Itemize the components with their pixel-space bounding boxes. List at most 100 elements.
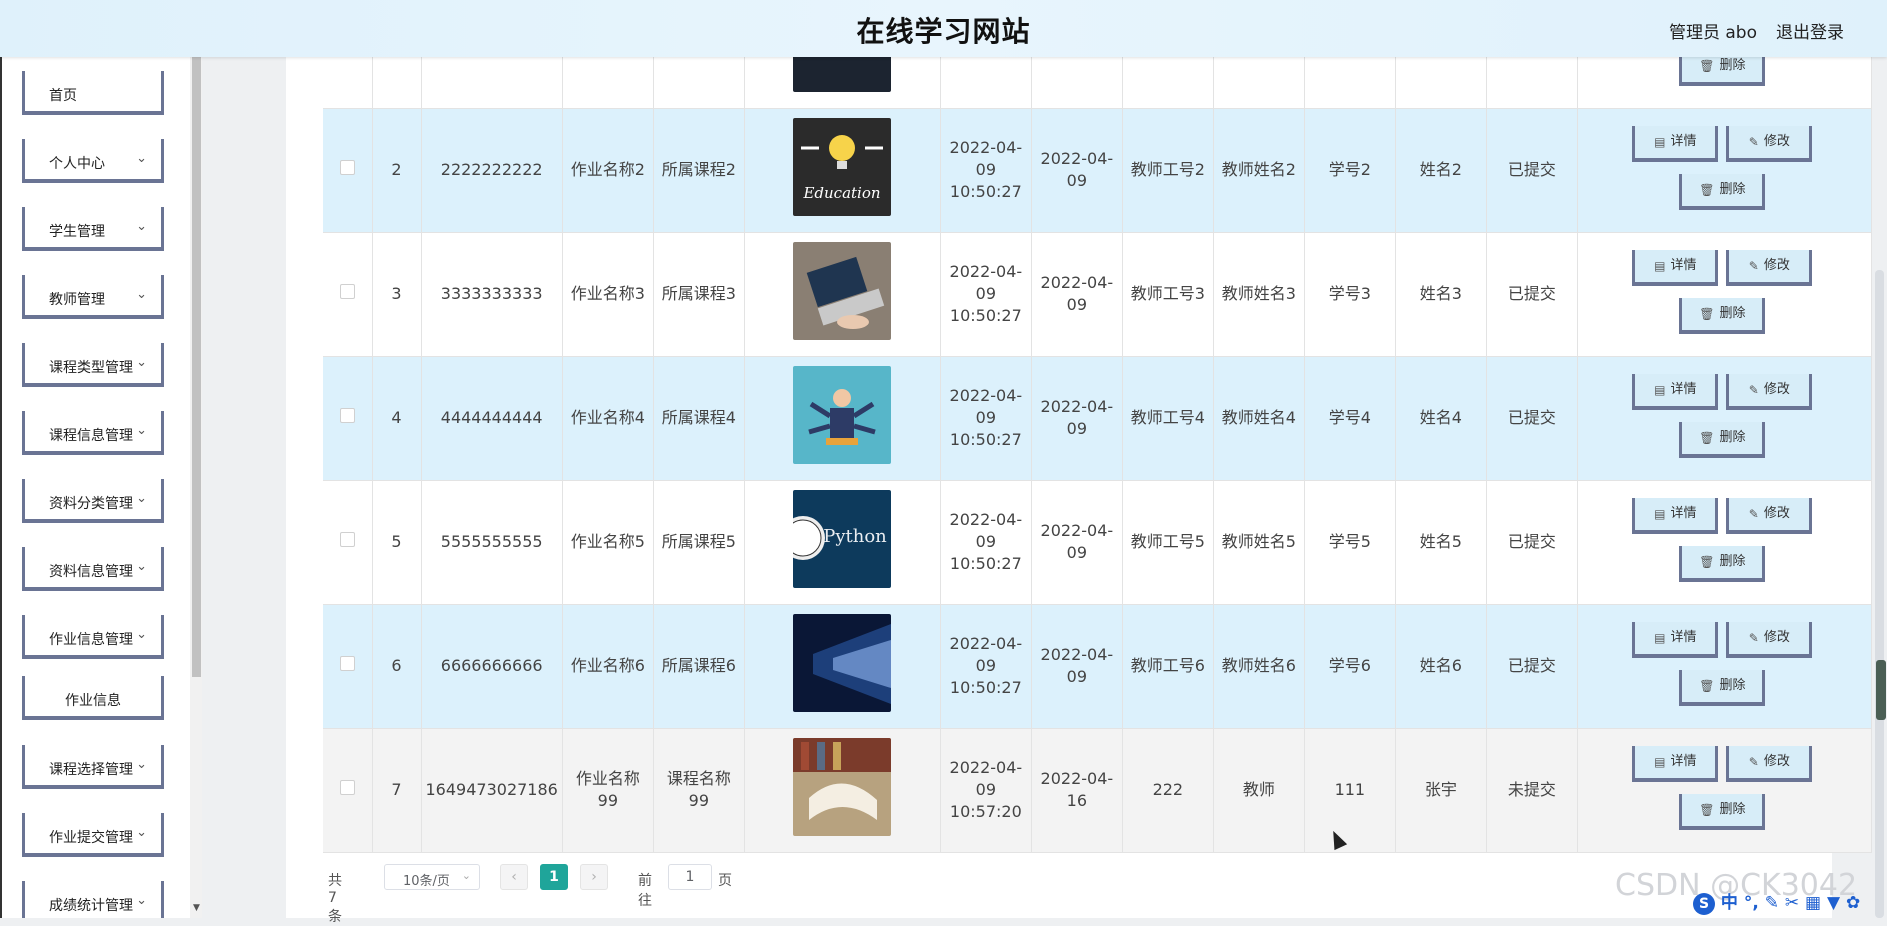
sidebar-item[interactable]: 课程信息管理 ⌄ xyxy=(22,411,164,455)
submit-time-cell: 2022-04-09 10:50:27 xyxy=(940,108,1032,233)
chevron-down-icon: ⌄ xyxy=(136,491,147,506)
sidebar-item[interactable]: 资料分类管理 ⌄ xyxy=(22,479,164,523)
delete-button[interactable]: 🗑 删除 xyxy=(1679,298,1766,334)
course-cell: 所属课程6 xyxy=(653,604,745,729)
ime-status[interactable]: 中 °, ✎ ✂ ▦ ▼ ✿ xyxy=(1721,893,1860,913)
chevron-down-icon: ⌄ xyxy=(136,559,147,574)
edit-button[interactable]: ✎ 修改 xyxy=(1726,250,1813,286)
sidebar-item-label: 资料信息管理 xyxy=(49,564,133,580)
document-icon: ▤ xyxy=(1654,383,1666,397)
index-cell: 5 xyxy=(372,480,422,605)
next-page-button[interactable]: › xyxy=(580,864,608,890)
code-cell: 3333333333 xyxy=(421,232,563,357)
row-checkbox[interactable] xyxy=(339,160,355,175)
sidebar-item[interactable]: 课程类型管理 ⌄ xyxy=(22,343,164,387)
trash-icon: 🗑 xyxy=(1699,183,1715,197)
pencil-icon: ✎ xyxy=(1748,135,1759,149)
detail-button[interactable]: ▤ 详情 xyxy=(1632,374,1719,410)
detail-button[interactable]: ▤ 详情 xyxy=(1632,498,1719,534)
pencil-icon: ✎ xyxy=(1748,631,1759,645)
row-checkbox[interactable] xyxy=(339,656,355,671)
delete-label: 删除 xyxy=(1719,306,1746,321)
select-cell xyxy=(323,108,373,233)
student-no-cell: 学号6 xyxy=(1304,604,1396,729)
detail-label: 详情 xyxy=(1670,754,1697,769)
homework-name-cell: 作业名称99 xyxy=(562,728,654,853)
ime-toolbar[interactable]: S 中 °, ✎ ✂ ▦ ▼ ✿ xyxy=(1693,888,1885,915)
teacher-name-cell: 教师姓名4 xyxy=(1213,356,1305,481)
logout-link[interactable]: 退出登录 xyxy=(1776,18,1844,43)
chevron-down-icon: ⌄ xyxy=(136,825,147,840)
detail-button[interactable]: ▤ 详情 xyxy=(1632,126,1719,162)
sidebar-item-label: 作业提交管理 xyxy=(49,830,133,846)
sidebar-item[interactable]: 教师管理 ⌄ xyxy=(22,275,164,319)
delete-button[interactable]: 🗑 删除 xyxy=(1679,174,1766,210)
select-cell xyxy=(323,728,373,853)
row-checkbox[interactable] xyxy=(339,532,355,547)
sidebar-item[interactable]: 作业提交管理 ⌄ xyxy=(22,813,164,857)
submit-time-cell: 2022-04-09 10:50:27 xyxy=(940,480,1032,605)
detail-label: 详情 xyxy=(1670,506,1697,521)
sidebar-item[interactable]: 成绩统计管理 ⌄ xyxy=(22,881,164,918)
edit-button[interactable]: ✎ 修改 xyxy=(1726,746,1813,782)
homework-name-cell: 作业名称2 xyxy=(562,108,654,233)
homework-image: Education xyxy=(749,118,936,222)
detail-button[interactable]: ▤ 详情 xyxy=(1632,622,1719,658)
edit-button[interactable]: ✎ 修改 xyxy=(1726,622,1813,658)
chevron-down-icon: ⌄ xyxy=(136,423,147,438)
teacher-name-cell: 教师姓名2 xyxy=(1213,108,1305,233)
detail-label: 详情 xyxy=(1670,258,1697,273)
sidebar-item-label: 课程类型管理 xyxy=(49,360,133,376)
edit-button[interactable]: ✎ 修改 xyxy=(1726,126,1813,162)
delete-label: 删除 xyxy=(1719,430,1746,445)
row-checkbox[interactable] xyxy=(339,284,355,299)
delete-button[interactable]: 🗑 删除 xyxy=(1679,794,1766,830)
sidebar-item[interactable]: 作业信息 xyxy=(22,676,164,720)
svg-text:Education: Education xyxy=(803,184,881,202)
sidebar-scrollbar-thumb[interactable] xyxy=(192,57,201,677)
page-scrollbar-thumb[interactable] xyxy=(1876,660,1886,720)
row-checkbox[interactable] xyxy=(339,408,355,423)
delete-button[interactable]: 🗑 删除 xyxy=(1679,670,1766,706)
scroll-down-arrow-icon[interactable]: ▼ xyxy=(193,903,200,913)
edit-label: 修改 xyxy=(1763,630,1790,645)
sidebar-item[interactable]: 个人中心 ⌄ xyxy=(22,139,164,183)
index-cell: 2 xyxy=(372,108,422,233)
prev-page-button[interactable]: ‹ xyxy=(500,864,528,890)
sidebar-item[interactable]: 首页 xyxy=(22,71,164,115)
sidebar-item[interactable]: 学生管理 ⌄ xyxy=(22,207,164,251)
homework-table: 1111270911▤详情✎修改🗑删除22222222222作业名称2所属课程2… xyxy=(323,0,1872,853)
document-icon: ▤ xyxy=(1654,755,1666,769)
image-cell xyxy=(744,356,941,481)
pencil-icon: ✎ xyxy=(1748,755,1759,769)
sidebar-item-label: 个人中心 xyxy=(49,156,105,172)
ime-logo-icon[interactable]: S xyxy=(1693,893,1715,915)
chevron-down-icon: ⌄ xyxy=(136,355,147,370)
sidebar-item[interactable]: 课程选择管理 ⌄ xyxy=(22,745,164,789)
row-checkbox[interactable] xyxy=(339,780,355,795)
sidebar-item[interactable]: 资料信息管理 ⌄ xyxy=(22,547,164,591)
svg-text:Python: Python xyxy=(824,526,888,547)
edit-button[interactable]: ✎ 修改 xyxy=(1726,374,1813,410)
sidebar-item[interactable]: 作业信息管理 ⌄ xyxy=(22,615,164,659)
edit-button[interactable]: ✎ 修改 xyxy=(1726,498,1813,534)
course-cell: 所属课程3 xyxy=(653,232,745,357)
delete-button[interactable]: 🗑 删除 xyxy=(1679,546,1766,582)
page-number-button[interactable]: 1 xyxy=(540,864,568,890)
delete-button[interactable]: 🗑 删除 xyxy=(1679,422,1766,458)
sidebar-item-label: 课程信息管理 xyxy=(49,428,133,444)
course-cell: 所属课程4 xyxy=(653,356,745,481)
teacher-no-cell: 教师工号3 xyxy=(1122,232,1214,357)
actions-cell: ▤ 详情 ✎ 修改 🗑 删除 xyxy=(1577,480,1872,605)
detail-button[interactable]: ▤ 详情 xyxy=(1632,250,1719,286)
homework-name-cell: 作业名称6 xyxy=(562,604,654,729)
page-size-select[interactable]: 10条/页 ⌄ xyxy=(384,864,480,890)
goto-page-input[interactable]: 1 xyxy=(668,864,712,890)
index-cell: 6 xyxy=(372,604,422,729)
code-cell: 6666666666 xyxy=(421,604,563,729)
status-cell: 已提交 xyxy=(1486,480,1578,605)
page-scrollbar[interactable] xyxy=(1875,270,1884,918)
actions-cell: ▤ 详情 ✎ 修改 🗑 删除 xyxy=(1577,108,1872,233)
delete-label: 删除 xyxy=(1719,678,1746,693)
detail-button[interactable]: ▤ 详情 xyxy=(1632,746,1719,782)
